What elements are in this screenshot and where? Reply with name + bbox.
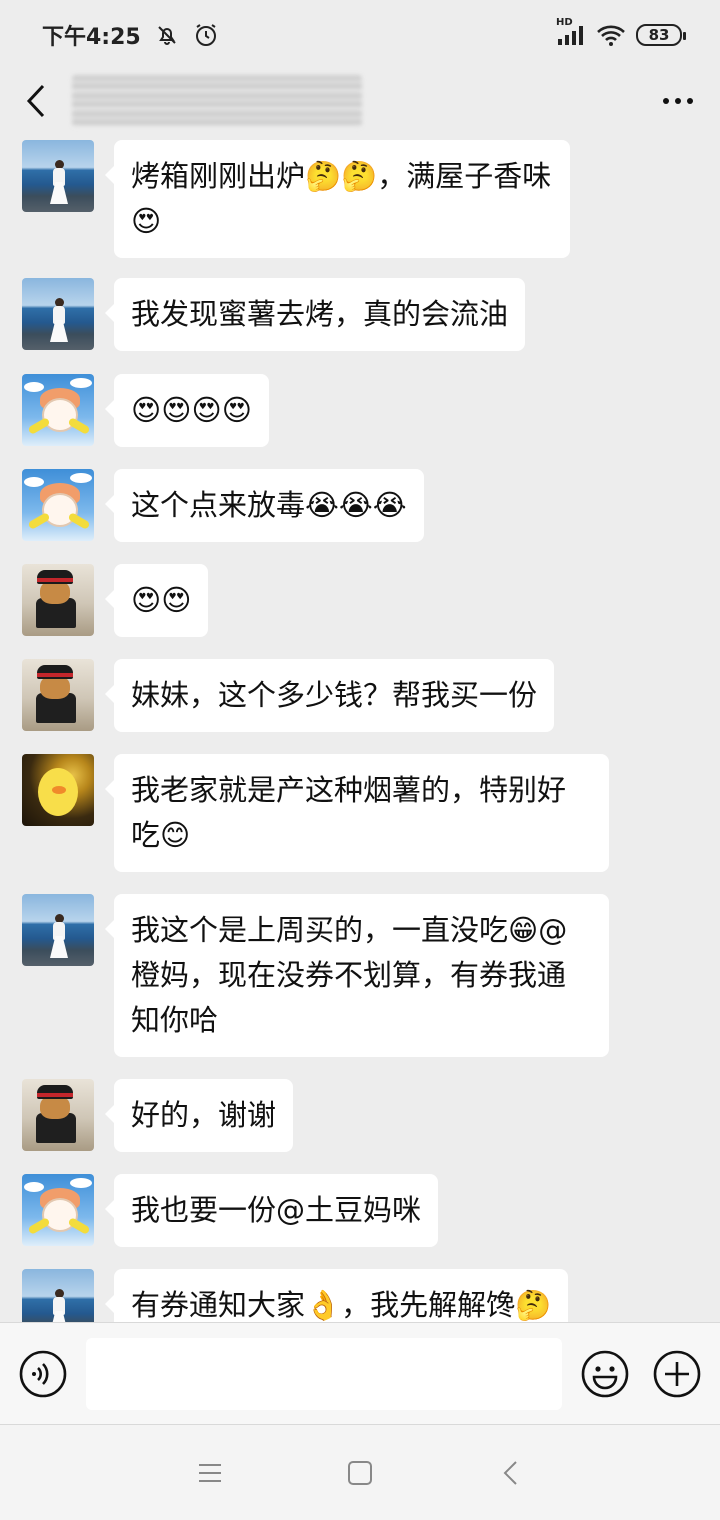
avatar[interactable]: [22, 754, 94, 826]
avatar[interactable]: [22, 469, 94, 541]
message-bubble[interactable]: 😍😍: [104, 564, 209, 637]
avatar[interactable]: [22, 659, 94, 731]
avatar[interactable]: [22, 564, 94, 636]
message-bubble[interactable]: 😍😍😍😍: [105, 374, 269, 447]
system-nav-bar: [0, 1425, 720, 1520]
battery-icon: 83: [636, 24, 686, 46]
home-button[interactable]: [340, 1453, 380, 1493]
message-input[interactable]: [86, 1337, 562, 1410]
message-row: 妹妹，这个多少钱？帮我买一份: [22, 659, 555, 732]
message-bubble[interactable]: 好的，谢谢: [104, 1079, 294, 1152]
plus-icon: [653, 1350, 701, 1397]
status-time: 下午4:25: [42, 25, 141, 50]
message-row: 我老家就是产这种烟薯的，特别好吃😊: [22, 754, 609, 872]
avatar[interactable]: [22, 894, 94, 966]
message-list[interactable]: 烤箱刚刚出炉🤔🤔，满屋子香味😍 我发现蜜薯去烤，真的会流油 😍😍😍😍 这个点来放…: [0, 140, 720, 1322]
avatar[interactable]: [22, 140, 94, 212]
mute-icon: [155, 23, 179, 47]
nav-back-button[interactable]: [490, 1453, 530, 1493]
status-bar: 下午4:25 HD 83: [0, 0, 720, 70]
message-bubble[interactable]: 我老家就是产这种烟薯的，特别好吃😊: [105, 754, 609, 872]
avatar[interactable]: [22, 374, 94, 446]
home-icon: [348, 1460, 372, 1485]
message-bubble[interactable]: 妹妹，这个多少钱？帮我买一份: [104, 659, 555, 732]
message-row: 😍😍😍😍: [22, 374, 269, 447]
chat-title: [72, 75, 362, 127]
menu-button[interactable]: [190, 1453, 230, 1493]
message-row: 这个点来放毒😭😭😭: [22, 469, 424, 542]
avatar[interactable]: [22, 1174, 94, 1246]
back-icon: [503, 1460, 517, 1485]
plus-button[interactable]: [652, 1349, 702, 1399]
emoji-button[interactable]: [580, 1349, 630, 1399]
voice-button[interactable]: [18, 1349, 68, 1399]
message-bubble[interactable]: 我也要一份@土豆妈咪: [104, 1174, 439, 1247]
alarm-icon: [193, 22, 219, 48]
avatar[interactable]: [22, 278, 94, 350]
message-bubble[interactable]: 我这个是上周买的，一直没吃😁@橙妈，现在没券不划算，有券我通知你哈: [105, 894, 609, 1057]
avatar[interactable]: [22, 1079, 94, 1151]
back-button[interactable]: [22, 81, 50, 121]
chevron-left-icon: [26, 84, 45, 118]
message-row: 我发现蜜薯去烤，真的会流油: [22, 278, 526, 351]
more-dot: [675, 98, 681, 104]
menu-icon: [199, 1463, 221, 1482]
emoji-icon: [581, 1350, 629, 1397]
message-row: 我这个是上周买的，一直没吃😁@橙妈，现在没券不划算，有券我通知你哈: [22, 894, 609, 1057]
avatar[interactable]: [22, 1269, 94, 1322]
wifi-icon: [596, 23, 626, 47]
message-row: 好的，谢谢: [22, 1079, 294, 1152]
network-label: HD: [556, 17, 573, 28]
signal-icon: HD: [556, 17, 586, 47]
message-bubble[interactable]: 烤箱刚刚出炉🤔🤔，满屋子香味😍: [105, 140, 570, 258]
message-row: 烤箱刚刚出炉🤔🤔，满屋子香味😍: [22, 140, 570, 258]
status-right: HD 83: [556, 17, 686, 47]
message-bubble[interactable]: 我发现蜜薯去烤，真的会流油: [104, 278, 526, 351]
input-bar: [0, 1322, 720, 1425]
more-dots-icon: [663, 98, 669, 104]
message-bubble[interactable]: 这个点来放毒😭😭😭: [105, 469, 424, 542]
battery-level: 83: [648, 26, 670, 44]
more-dot: [687, 98, 693, 104]
voice-icon: [19, 1350, 67, 1397]
message-bubble[interactable]: 有券通知大家👌，我先解解馋🤔: [104, 1269, 569, 1322]
more-button[interactable]: [658, 81, 698, 121]
message-row: 有券通知大家👌，我先解解馋🤔: [22, 1269, 569, 1322]
message-row: 我也要一份@土豆妈咪: [22, 1174, 439, 1247]
message-row: 😍😍: [22, 564, 209, 637]
chat-header: [0, 70, 720, 132]
